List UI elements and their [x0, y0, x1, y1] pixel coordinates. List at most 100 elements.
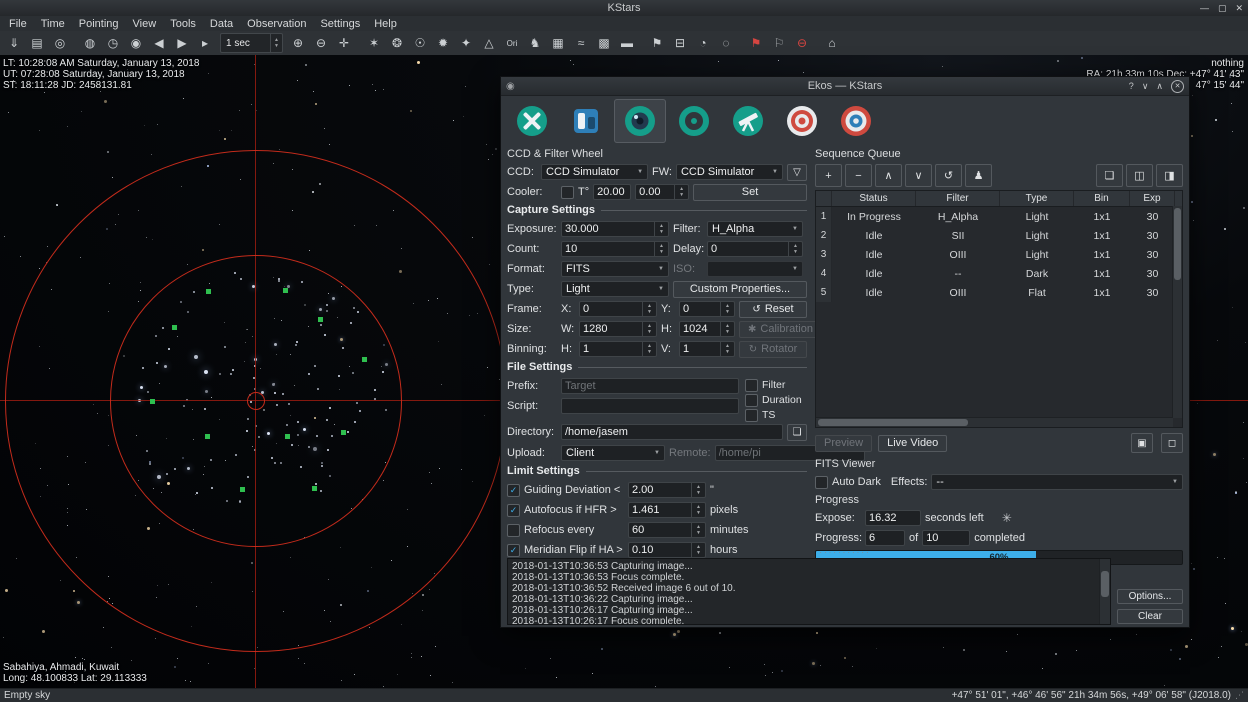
- tab-scheduler[interactable]: [560, 99, 612, 143]
- sequence-row[interactable]: 3 Idle OIII Light 1x1 30: [816, 245, 1182, 264]
- spin-buttons[interactable]: [720, 342, 734, 356]
- prefix-input[interactable]: [561, 378, 739, 394]
- live-video-button[interactable]: Live Video: [878, 435, 947, 452]
- delay-spinbox[interactable]: 0: [707, 241, 803, 257]
- ekos-shade-button[interactable]: ∧: [1156, 81, 1163, 92]
- refocus-every-spinbox[interactable]: 60: [628, 522, 706, 538]
- spin-buttons[interactable]: [720, 302, 734, 316]
- constellation-art-toggle-icon[interactable]: ♞: [524, 33, 546, 53]
- size-h-spinbox[interactable]: 1024: [679, 321, 735, 337]
- set-time-icon[interactable]: ◷: [102, 33, 124, 53]
- start-stop-clock-icon[interactable]: ▶: [171, 33, 193, 53]
- spin-buttons[interactable]: [654, 242, 668, 256]
- exposure-spinbox[interactable]: 30.000: [561, 221, 669, 237]
- sequence-row[interactable]: 4 Idle -- Dark 1x1 30: [816, 264, 1182, 283]
- edit-observer-button[interactable]: ♟: [965, 164, 992, 187]
- ekos-unshade-button[interactable]: ∨: [1142, 81, 1149, 92]
- spin-buttons[interactable]: [691, 503, 705, 517]
- lock-tracking-icon[interactable]: ⊟: [669, 33, 691, 53]
- find-object-icon[interactable]: ◎: [49, 33, 71, 53]
- menu-settings[interactable]: Settings: [313, 16, 367, 31]
- log-splitter-handle[interactable]: [800, 550, 890, 556]
- save-queue-as-button[interactable]: ◨: [1156, 164, 1183, 187]
- tab-mount[interactable]: [722, 99, 774, 143]
- eyepiece-view-icon[interactable]: ◌: [715, 33, 737, 53]
- ekos-titlebar[interactable]: ◉ Ekos — KStars ? ∨ ∧ ✕: [501, 77, 1189, 96]
- filter-manager-button[interactable]: ▽: [787, 164, 807, 181]
- filter-combobox[interactable]: H_Alpha: [707, 221, 803, 237]
- bin-v-spinbox[interactable]: 1: [679, 341, 735, 357]
- frame-y-spinbox[interactable]: 0: [679, 301, 735, 317]
- cooler-checkbox[interactable]: [561, 186, 574, 199]
- menu-view[interactable]: View: [126, 16, 164, 31]
- filter-wheel-combobox[interactable]: CCD Simulator: [676, 164, 783, 180]
- refocus-every-checkbox[interactable]: [507, 524, 520, 537]
- spin-buttons[interactable]: [674, 185, 688, 199]
- remove-flag-icon[interactable]: ⊖: [791, 33, 813, 53]
- table-vertical-scrollbar[interactable]: [1172, 206, 1182, 418]
- menu-pointing[interactable]: Pointing: [72, 16, 126, 31]
- format-combobox[interactable]: FITS: [561, 261, 669, 277]
- spin-buttons[interactable]: [642, 322, 656, 336]
- spin-buttons[interactable]: [788, 242, 802, 256]
- horizon-toggle-icon[interactable]: ▬: [616, 33, 638, 53]
- scrollbar-thumb[interactable]: [1101, 571, 1109, 597]
- constellation-boundaries-toggle-icon[interactable]: ▦: [547, 33, 569, 53]
- autofocus-hfr-checkbox[interactable]: [507, 504, 520, 517]
- menu-time[interactable]: Time: [34, 16, 72, 31]
- pointing-focus-icon[interactable]: ✛: [333, 33, 355, 53]
- menu-data[interactable]: Data: [203, 16, 240, 31]
- size-w-spinbox[interactable]: 1280: [579, 321, 657, 337]
- coordinate-grid-toggle-icon[interactable]: ▩: [593, 33, 615, 53]
- zoom-in-icon[interactable]: ⊕: [287, 33, 309, 53]
- frame-type-combobox[interactable]: Light: [561, 281, 669, 297]
- guiding-deviation-spinbox[interactable]: 2.00: [628, 482, 706, 498]
- step-forward-icon[interactable]: ▸: [194, 33, 216, 53]
- effects-combobox[interactable]: --: [931, 474, 1183, 490]
- time-to-now-icon[interactable]: ◉: [125, 33, 147, 53]
- move-job-down-button[interactable]: ∨: [905, 164, 932, 187]
- bin-h-spinbox[interactable]: 1: [579, 341, 657, 357]
- autofocus-hfr-spinbox[interactable]: 1.461: [628, 502, 706, 518]
- tab-capture[interactable]: [614, 99, 666, 143]
- remove-job-button[interactable]: −: [845, 164, 872, 187]
- satellites-toggle-icon[interactable]: ✦: [455, 33, 477, 53]
- minimize-button[interactable]: —: [1200, 3, 1209, 13]
- spin-buttons[interactable]: [691, 523, 705, 537]
- spin-buttons[interactable]: [691, 483, 705, 497]
- milky-way-toggle-icon[interactable]: ≈: [570, 33, 592, 53]
- scrollbar-thumb[interactable]: [1174, 208, 1181, 280]
- sequence-table[interactable]: Status Filter Type Bin Exp 1 In Progress…: [815, 190, 1183, 428]
- save-queue-button[interactable]: ◫: [1126, 164, 1153, 187]
- download-extra-data-icon[interactable]: ⇓: [3, 33, 25, 53]
- tab-guide[interactable]: [776, 99, 828, 143]
- set-temperature-button[interactable]: Set: [693, 184, 807, 201]
- view-sky-image-icon[interactable]: ▤: [26, 33, 48, 53]
- directory-input[interactable]: [561, 424, 783, 440]
- full-frame-toggle-button[interactable]: ◻: [1161, 433, 1183, 453]
- tab-setup[interactable]: [506, 99, 558, 143]
- spin-buttons[interactable]: [642, 342, 656, 356]
- ccd-combobox[interactable]: CCD Simulator: [541, 164, 648, 180]
- ekos-close-button[interactable]: ✕: [1171, 80, 1184, 93]
- scrollbar-thumb[interactable]: [818, 419, 968, 426]
- meridian-flip-checkbox[interactable]: [507, 544, 520, 557]
- solar-system-toggle-icon[interactable]: ☉: [409, 33, 431, 53]
- maximize-button[interactable]: ▢: [1218, 3, 1227, 14]
- clear-log-button[interactable]: Clear: [1117, 609, 1183, 624]
- fits-viewer-toggle-button[interactable]: ▣: [1131, 433, 1153, 453]
- auto-dark-checkbox[interactable]: [815, 476, 828, 489]
- upload-mode-combobox[interactable]: Client: [561, 445, 665, 461]
- browse-directory-button[interactable]: ❏: [787, 424, 807, 441]
- add-job-button[interactable]: +: [815, 164, 842, 187]
- tab-focus[interactable]: [668, 99, 720, 143]
- open-queue-button[interactable]: ❏: [1096, 164, 1123, 187]
- sequence-row[interactable]: 2 Idle SII Light 1x1 30: [816, 226, 1182, 245]
- spin-buttons[interactable]: [720, 322, 734, 336]
- sequence-row[interactable]: 1 In Progress H_Alpha Light 1x1 30: [816, 207, 1182, 226]
- spin-buttons[interactable]: [691, 543, 705, 557]
- time-step-arrows-icon[interactable]: ▲▼: [270, 34, 282, 52]
- time-step-spinbox[interactable]: 1 sec ▲▼: [220, 33, 283, 53]
- guiding-deviation-checkbox[interactable]: [507, 484, 520, 497]
- tab-align[interactable]: [830, 99, 882, 143]
